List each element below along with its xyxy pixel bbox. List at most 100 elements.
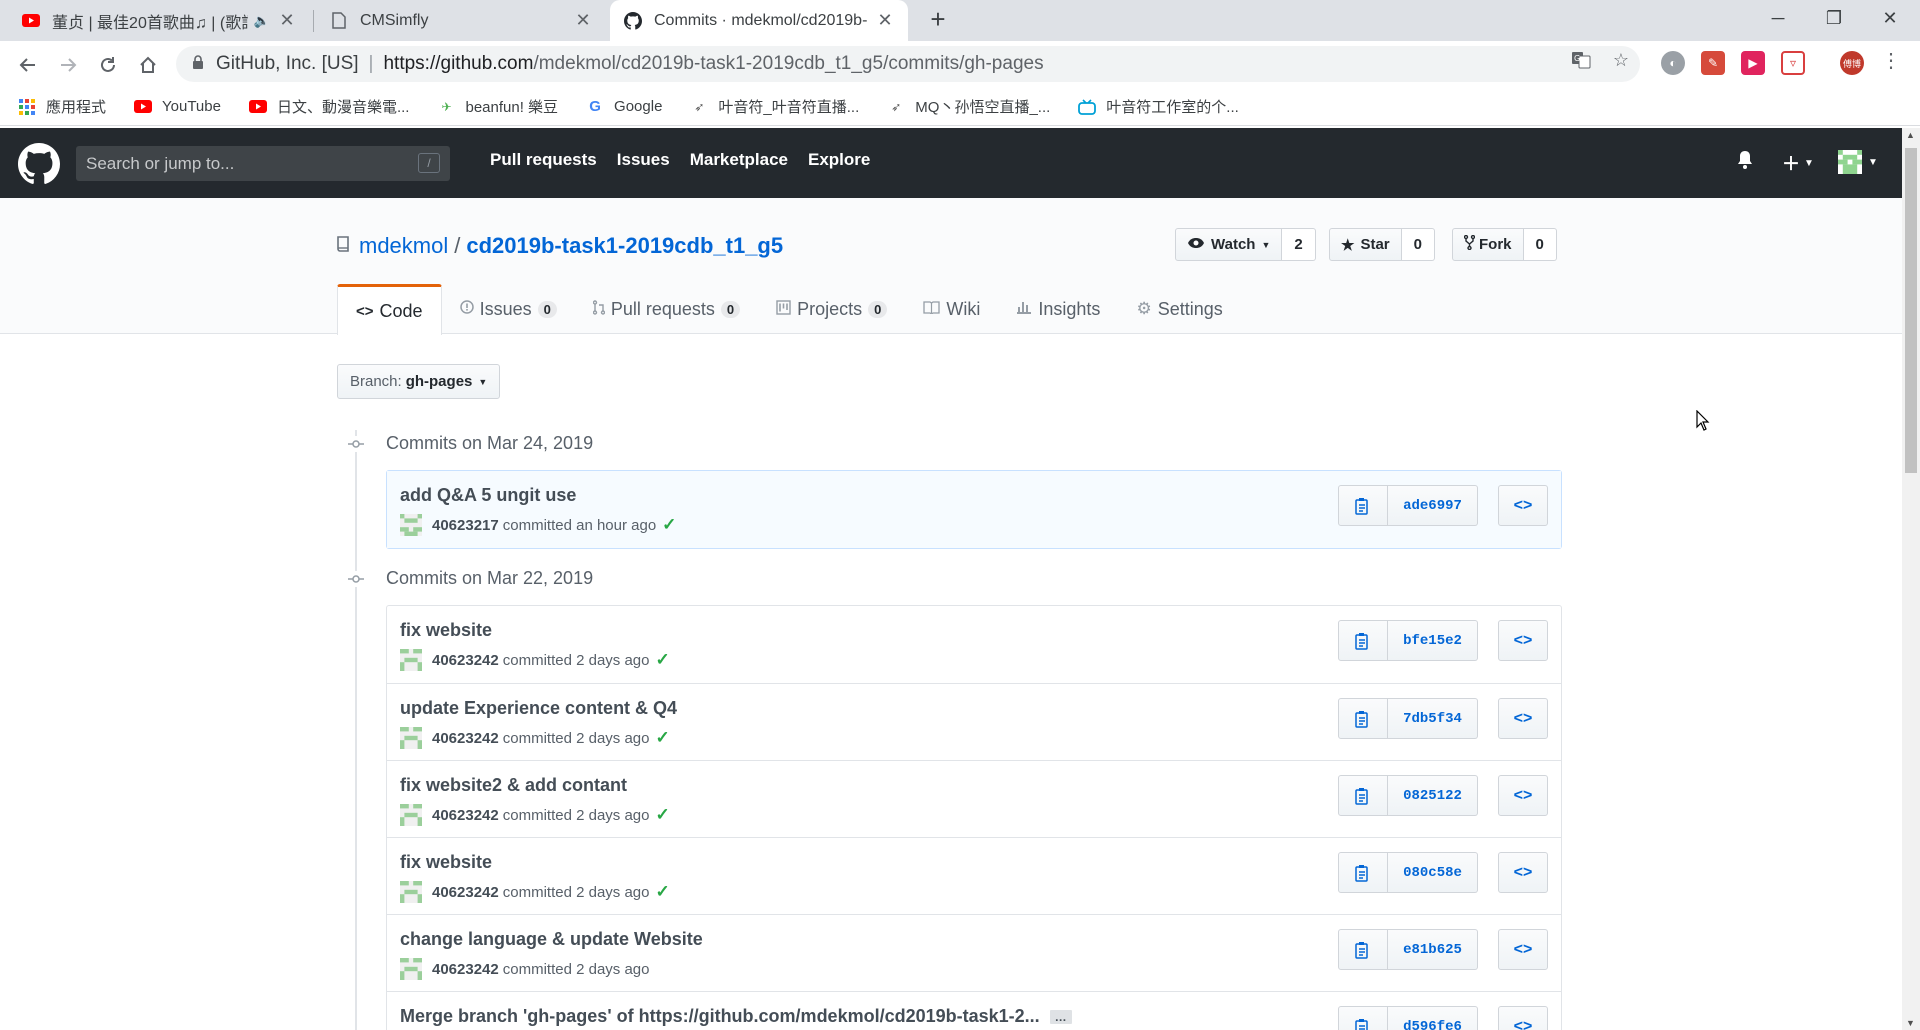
copy-sha-icon[interactable] (1338, 485, 1388, 526)
copy-sha-icon[interactable] (1338, 1006, 1388, 1030)
check-icon[interactable]: ✓ (656, 650, 670, 670)
copy-sha-icon[interactable] (1338, 620, 1388, 661)
minimize-icon[interactable]: ─ (1750, 0, 1806, 36)
avatar[interactable] (400, 804, 422, 826)
nav-pull-requests[interactable]: Pull requests (490, 150, 597, 170)
commit-message[interactable]: fix website2 & add contant (400, 775, 627, 796)
scrollbar-thumb[interactable] (1905, 148, 1917, 473)
tab-wiki[interactable]: Wiki (905, 284, 998, 334)
commit-author[interactable]: 40623242 (432, 884, 499, 901)
bookmark-beanfun[interactable]: ✈ beanfun! 樂豆 (437, 96, 558, 117)
address-bar[interactable]: GitHub, Inc. [US] | https://github.com/m… (176, 46, 1640, 82)
bookmark-apps[interactable]: 應用程式 (18, 96, 106, 117)
close-tab-icon[interactable]: ✕ (278, 10, 296, 31)
nav-marketplace[interactable]: Marketplace (690, 150, 788, 170)
browser-tab-cmsimfly[interactable]: CMSimfly ✕ (316, 0, 606, 41)
forward-icon[interactable] (52, 49, 84, 81)
browse-code-icon[interactable]: <> (1498, 929, 1548, 970)
copy-sha-icon[interactable] (1338, 698, 1388, 739)
commit-sha-link[interactable]: 080c58e (1388, 852, 1478, 893)
copy-sha-icon[interactable] (1338, 929, 1388, 970)
commit-message[interactable]: fix website (400, 852, 492, 873)
commit-sha-link[interactable]: 7db5f34 (1388, 698, 1478, 739)
commit-author[interactable]: 40623242 (432, 652, 499, 669)
browser-menu-icon[interactable]: ⋮ (1880, 49, 1902, 72)
lock-icon[interactable] (192, 54, 204, 74)
window-close-icon[interactable]: ✕ (1862, 0, 1918, 36)
commit-message[interactable]: add Q&A 5 ungit use (400, 485, 576, 506)
extension-globe-icon[interactable]: ◐ (1661, 51, 1685, 75)
translate-icon[interactable]: G (1570, 49, 1592, 71)
browse-code-icon[interactable]: <> (1498, 620, 1548, 661)
avatar[interactable] (400, 514, 422, 536)
copy-sha-icon[interactable] (1338, 775, 1388, 816)
user-avatar-menu[interactable]: ▼ (1838, 150, 1878, 174)
avatar[interactable] (400, 727, 422, 749)
star-button[interactable]: ★ Star (1329, 228, 1402, 261)
check-icon[interactable]: ✓ (656, 728, 670, 748)
bookmark-youtube[interactable]: YouTube (134, 98, 221, 116)
tab-code[interactable]: <> Code (337, 284, 442, 335)
commit-sha-link[interactable]: bfe15e2 (1388, 620, 1478, 661)
watch-count[interactable]: 2 (1282, 228, 1316, 261)
nav-issues[interactable]: Issues (617, 150, 670, 170)
avatar[interactable] (400, 649, 422, 671)
commit-message[interactable]: change language & update Website (400, 929, 703, 950)
restore-icon[interactable]: ❐ (1806, 0, 1862, 36)
fork-button[interactable]: Fork (1452, 228, 1524, 261)
tab-projects[interactable]: Projects 0 (758, 284, 905, 334)
avatar[interactable] (400, 881, 422, 903)
commit-message[interactable]: fix website (400, 620, 492, 641)
commit-sha-link[interactable]: 0825122 (1388, 775, 1478, 816)
commit-sha-link[interactable]: e81b625 (1388, 929, 1478, 970)
browser-tab-youtube[interactable]: 董贞 | 最佳20首歌曲♫ | (歌詞 🔈 ✕ (8, 0, 310, 41)
branch-select-button[interactable]: Branch: gh-pages ▼ (337, 364, 501, 399)
pocket-extension-icon[interactable]: ▿ (1781, 51, 1805, 75)
avatar[interactable] (400, 958, 422, 980)
expand-message-button[interactable]: … (1049, 1010, 1072, 1025)
create-new-plus-icon[interactable]: ＋ ▼ (1782, 150, 1814, 176)
browse-code-icon[interactable]: <> (1498, 698, 1548, 739)
commit-author[interactable]: 40623217 (432, 517, 499, 534)
acrobat-extension-icon[interactable]: ✎ (1701, 51, 1725, 75)
reload-icon[interactable] (92, 49, 124, 81)
star-count[interactable]: 0 (1401, 228, 1435, 261)
back-icon[interactable] (12, 49, 44, 81)
profile-avatar[interactable]: 傅博 (1840, 51, 1864, 75)
check-icon[interactable]: ✓ (656, 805, 670, 825)
tab-insights[interactable]: Insights (998, 284, 1118, 334)
browse-code-icon[interactable]: <> (1498, 485, 1548, 526)
commit-sha-link[interactable]: d596fe6 (1388, 1006, 1478, 1030)
video-extension-icon[interactable]: ▶ (1741, 51, 1765, 75)
browse-code-icon[interactable]: <> (1498, 775, 1548, 816)
bookmark-star-icon[interactable]: ☆ (1610, 49, 1632, 71)
notification-bell-icon[interactable] (1737, 150, 1753, 169)
nav-explore[interactable]: Explore (808, 150, 870, 170)
commit-author[interactable]: 40623242 (432, 961, 499, 978)
bookmark-anime-music[interactable]: 日文、動漫音樂電... (248, 96, 409, 117)
watch-button[interactable]: Watch ▼ (1175, 228, 1283, 261)
repo-owner-link[interactable]: mdekmol (359, 233, 448, 259)
close-tab-icon[interactable]: ✕ (574, 10, 592, 31)
browser-tab-github[interactable]: Commits · mdekmol/cd2019b- ✕ (610, 0, 908, 41)
commit-message[interactable]: Merge branch 'gh-pages' of https://githu… (400, 1006, 1072, 1027)
tab-settings[interactable]: ⚙ Settings (1118, 284, 1240, 334)
bookmark-mq-live[interactable]: ➶ MQ丶孙悟空直播_... (887, 96, 1050, 117)
copy-sha-icon[interactable] (1338, 852, 1388, 893)
close-tab-icon[interactable]: ✕ (876, 10, 894, 31)
github-logo-icon[interactable] (18, 143, 60, 185)
repo-name-link[interactable]: cd2019b-task1-2019cdb_t1_g5 (466, 233, 783, 259)
search-input[interactable]: Search or jump to... / (76, 146, 450, 181)
bookmark-yeyinfu-live[interactable]: ➶ 叶音符_叶音符直播... (690, 96, 859, 117)
commit-author[interactable]: 40623242 (432, 730, 499, 747)
browse-code-icon[interactable]: <> (1498, 852, 1548, 893)
commit-message[interactable]: update Experience content & Q4 (400, 698, 677, 719)
commit-author[interactable]: 40623242 (432, 807, 499, 824)
commit-message-text[interactable]: Merge branch 'gh-pages' of https://githu… (400, 1006, 1040, 1026)
scroll-up-icon[interactable]: ▲ (1906, 130, 1915, 140)
check-icon[interactable]: ✓ (662, 515, 676, 535)
tab-pull-requests[interactable]: Pull requests 0 (575, 284, 758, 334)
home-icon[interactable] (132, 49, 164, 81)
bookmark-yeyinfu-studio[interactable]: 叶音符工作室的个... (1078, 96, 1239, 117)
fork-count[interactable]: 0 (1523, 228, 1557, 261)
